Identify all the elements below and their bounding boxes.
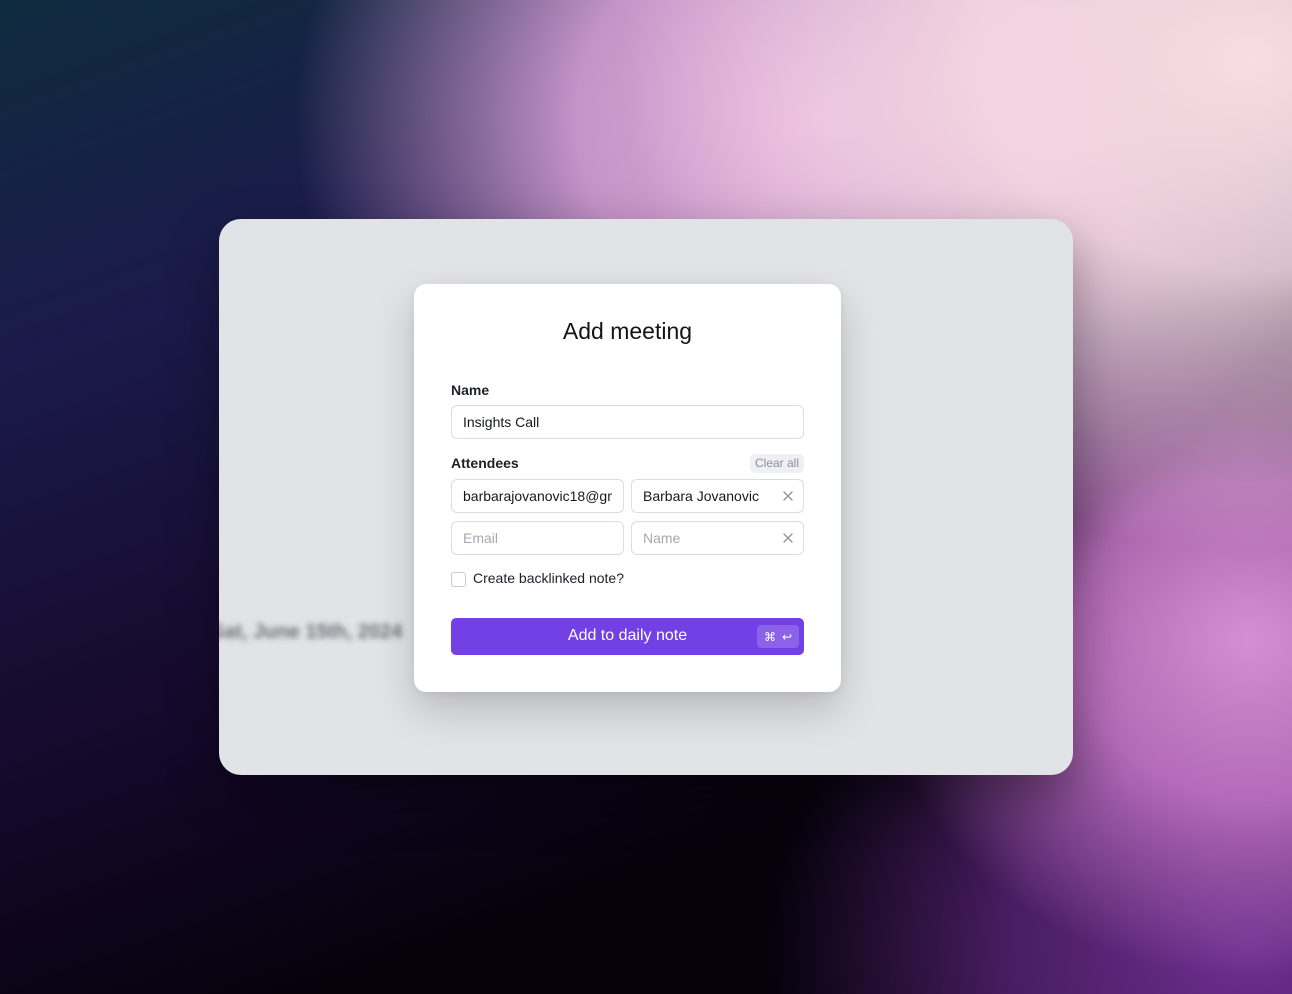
command-icon: ⌘ [763,629,776,644]
email-placeholder: Email [463,530,499,546]
new-attendee-email-field[interactable]: Email [451,521,624,555]
attendee-email-value: barbarajovanovic18@gm [463,488,612,504]
name-label: Name [451,382,490,398]
keyboard-shortcut-badge: ⌘ ↩ [757,625,799,648]
backlink-label[interactable]: Create backlinked note? [473,570,624,586]
attendee-name-value: Barbara Jovanovic [643,488,759,504]
attendees-label: Attendees [451,455,519,471]
add-to-daily-note-label: Add to daily note [567,627,688,644]
close-icon[interactable] [782,490,794,502]
close-icon[interactable] [782,532,794,544]
backlink-checkbox[interactable] [451,572,466,587]
meeting-name-value: Insights Call [463,414,540,430]
meeting-name-input[interactable]: Insights Call [451,405,804,439]
new-attendee-name-field[interactable]: Name [631,521,804,555]
add-to-daily-note-button[interactable]: Add to daily note ⌘ ↩ [451,618,804,655]
return-icon: ↩ [781,629,793,644]
dialog-title: Add meeting [562,318,693,344]
clear-all-button[interactable]: Clear all [749,454,804,473]
attendee-name-field[interactable]: Barbara Jovanovic [631,479,804,513]
app-window: Sat, June 15th, 2024 Add meeting Name In… [219,219,1073,775]
desktop-background: Sat, June 15th, 2024 Add meeting Name In… [0,0,1292,994]
background-date-heading: Sat, June 15th, 2024 [219,621,403,643]
add-meeting-dialog: Add meeting Name Insights Call Attendees… [414,284,841,692]
attendee-email-field[interactable]: barbarajovanovic18@gm [451,479,624,513]
name-placeholder: Name [643,530,681,546]
